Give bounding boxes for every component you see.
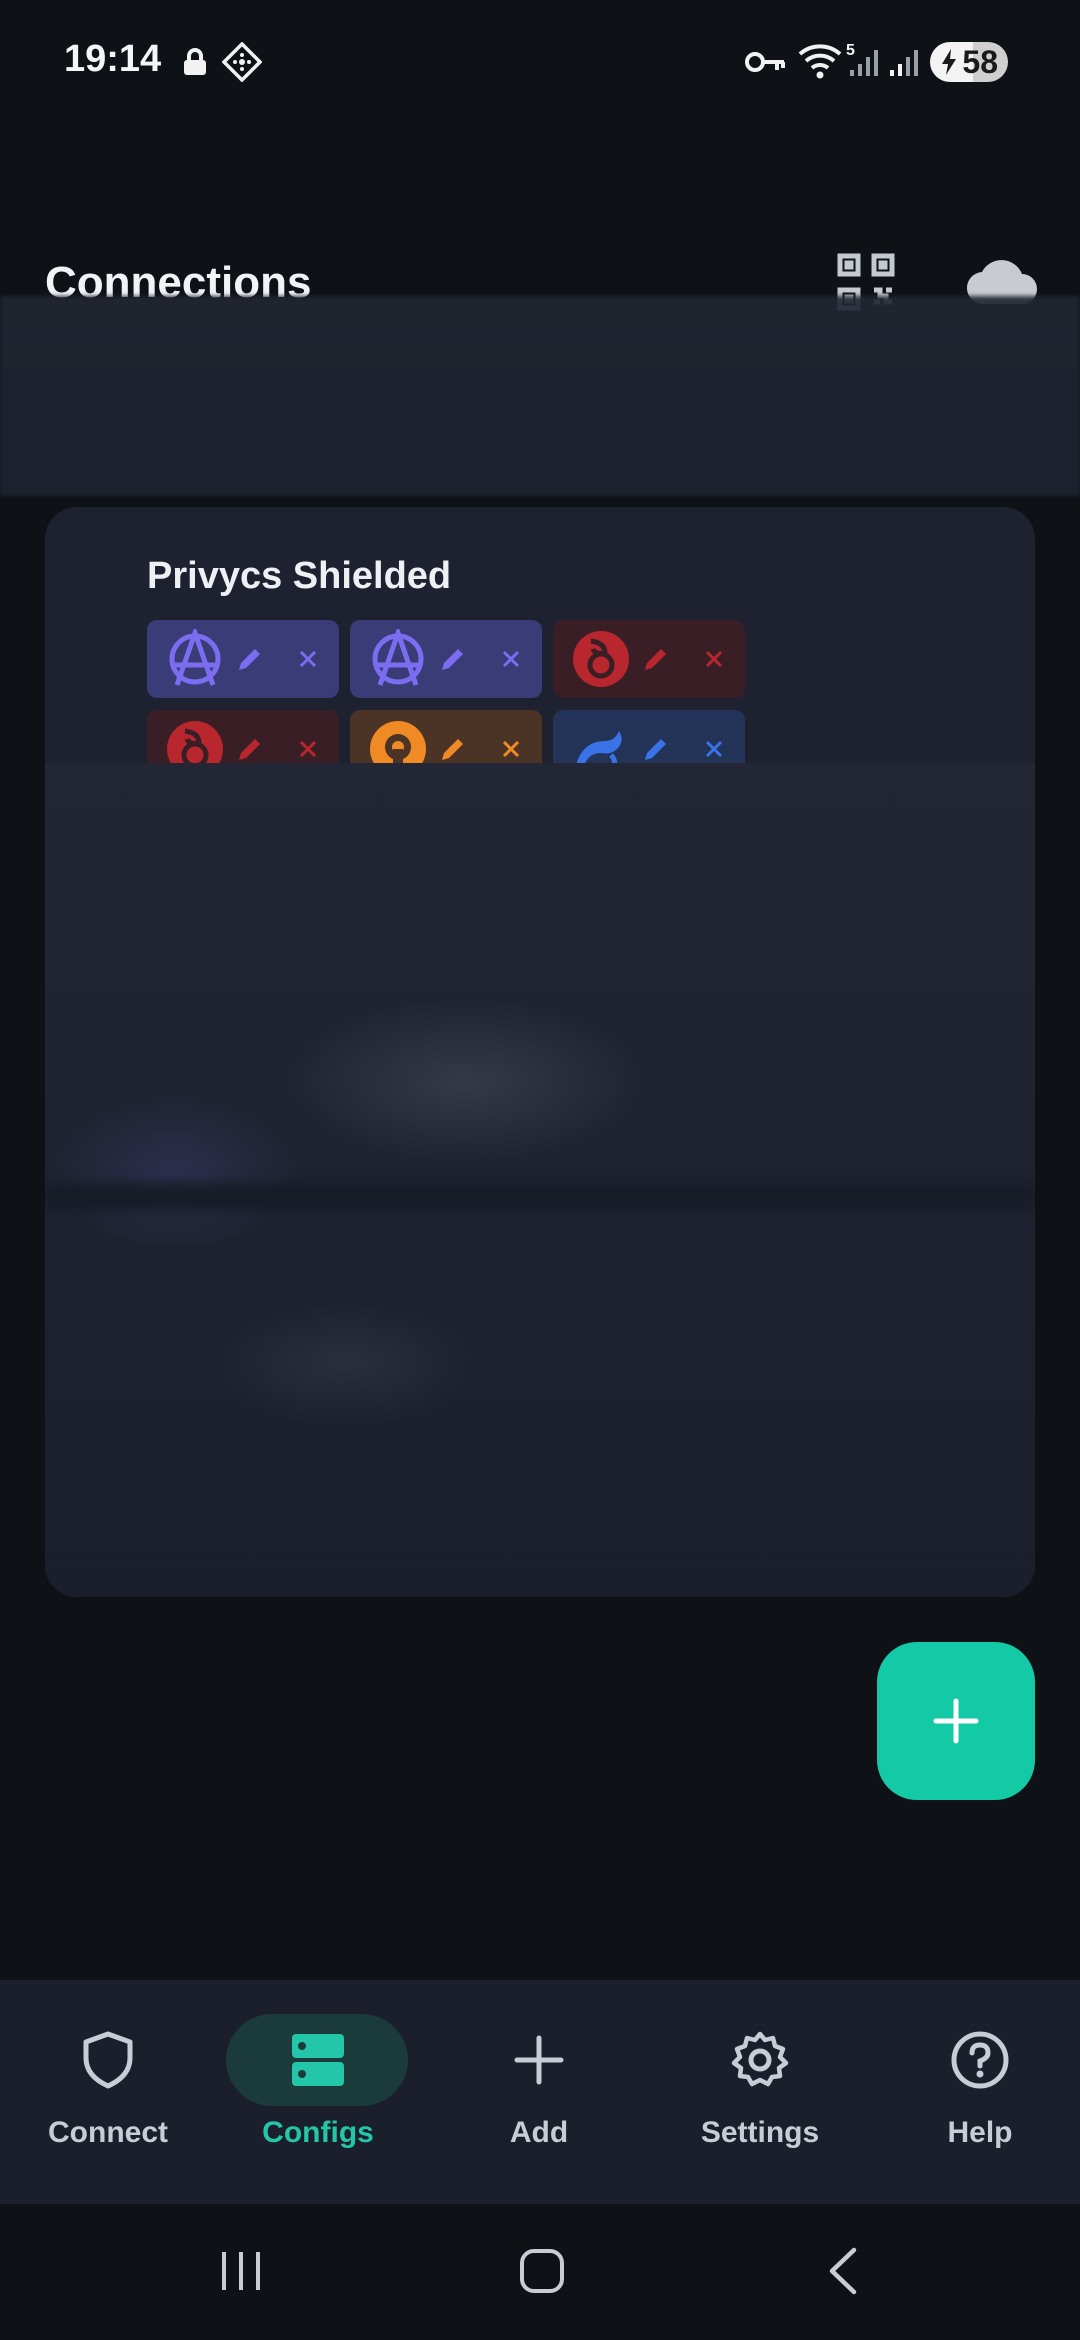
plus-icon: [509, 2030, 569, 2090]
charging-bolt-icon: [940, 48, 958, 76]
blurred-content: [0, 296, 1080, 496]
close-icon[interactable]: [699, 734, 729, 764]
status-bar: 19:14 5 58: [0, 0, 1080, 120]
status-time: 19:14: [64, 38, 162, 80]
edit-icon[interactable]: [438, 644, 468, 674]
back-button[interactable]: [820, 2246, 870, 2296]
close-icon[interactable]: [293, 734, 323, 764]
close-icon[interactable]: [496, 734, 526, 764]
nav-item-connect[interactable]: Connect: [0, 1980, 216, 2204]
close-icon[interactable]: [496, 644, 526, 674]
edit-icon[interactable]: [235, 734, 265, 764]
nav-item-add[interactable]: Add: [431, 1980, 647, 2204]
nav-item-help[interactable]: Help: [872, 1980, 1080, 2204]
anarchy-icon: [368, 629, 428, 689]
plus-icon: [933, 1698, 979, 1744]
vpn-diamond-icon: [222, 42, 262, 82]
home-button[interactable]: [517, 2246, 567, 2296]
gear-icon: [730, 2030, 790, 2090]
signal-icon: [888, 46, 920, 78]
blurred-content: [45, 763, 1035, 1597]
edit-icon[interactable]: [438, 734, 468, 764]
close-icon[interactable]: [293, 644, 323, 674]
nav-item-settings[interactable]: Settings: [652, 1980, 868, 2204]
edit-icon[interactable]: [641, 644, 671, 674]
card-edge: [48, 470, 1032, 484]
nav-label: Configs: [262, 2116, 374, 2149]
recents-button[interactable]: [216, 2246, 266, 2296]
config-chip[interactable]: [350, 620, 542, 698]
servers-icon: [288, 2030, 348, 2090]
close-icon[interactable]: [699, 644, 729, 674]
wifi-icon: [796, 40, 844, 82]
wireguard-icon: [571, 629, 631, 689]
signal-icon: [848, 46, 880, 78]
nav-label: Add: [509, 2116, 569, 2149]
lock-icon: [182, 48, 208, 76]
help-icon: [950, 2030, 1010, 2090]
config-chip[interactable]: [147, 620, 339, 698]
divider: [45, 1183, 1035, 1211]
nav-label: Connect: [48, 2116, 168, 2149]
config-chip[interactable]: [553, 620, 745, 698]
nav-item-configs[interactable]: Configs: [210, 1980, 426, 2204]
battery-icon: 58: [930, 42, 1008, 82]
shield-icon: [78, 2030, 138, 2090]
add-config-button[interactable]: [877, 1642, 1035, 1800]
config-group-card[interactable]: Privycs Shielded: [45, 507, 1035, 1597]
bottom-navigation: Connect Configs Add Settings Help: [0, 1980, 1080, 2204]
system-navigation-bar: [0, 2204, 1080, 2340]
nav-label: Settings: [700, 2116, 820, 2149]
battery-level: 58: [962, 43, 998, 80]
edit-icon[interactable]: [641, 734, 671, 764]
group-title: Privycs Shielded: [147, 555, 452, 597]
nav-label: Help: [947, 2116, 1013, 2149]
key-icon: [744, 48, 786, 76]
edit-icon[interactable]: [235, 644, 265, 674]
anarchy-icon: [165, 629, 225, 689]
